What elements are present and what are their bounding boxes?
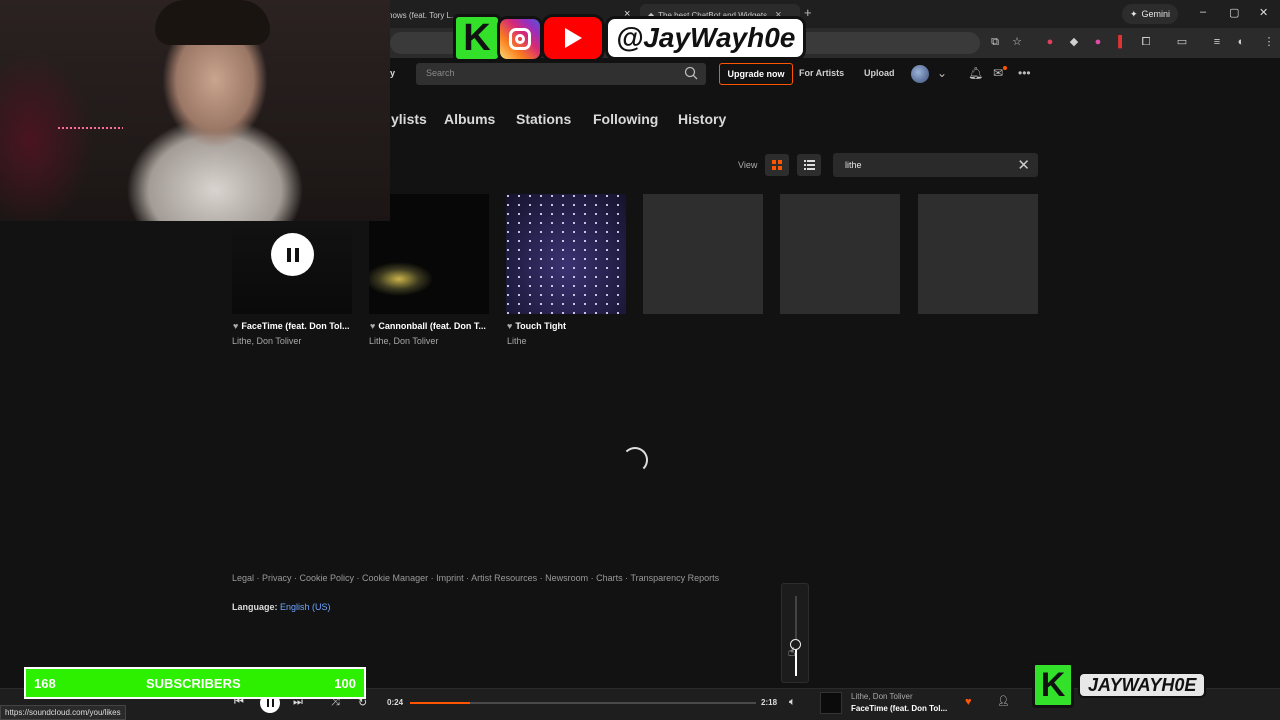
tab-albums[interactable]: Albums [444, 111, 495, 127]
empty-tile [643, 194, 763, 314]
track-artwork[interactable] [506, 194, 626, 314]
search-input[interactable]: Search [416, 63, 706, 85]
track-title[interactable]: ♥ Cannonball (feat. Don T... [370, 321, 486, 331]
track-title[interactable]: ♥ Touch Tight [507, 321, 566, 331]
volume-icon[interactable]: 🔈︎ [789, 696, 796, 709]
kick-logo-icon: K [1032, 662, 1074, 708]
search-placeholder: Search [426, 68, 455, 78]
mouse-cursor-icon: ☝ [788, 645, 796, 659]
avatar[interactable] [911, 65, 929, 83]
follow-user-icon[interactable]: 👤︎ [997, 696, 1010, 707]
now-playing-artwork[interactable] [820, 692, 842, 714]
tab-title: nows (feat. Tory L... [388, 10, 458, 20]
duration: 2:18 [761, 698, 778, 707]
heart-icon[interactable]: ♥ [507, 321, 512, 331]
social-handle: @JayWayh0e [605, 16, 807, 60]
track-artist[interactable]: Lithe [507, 336, 527, 346]
subscriber-label: SUBSCRIBERS [146, 676, 241, 691]
grid-icon [772, 160, 782, 170]
loading-spinner-icon [622, 447, 648, 473]
minimize-button[interactable]: – [1200, 6, 1206, 18]
now-playing-title[interactable]: FaceTime (feat. Don Tol... [851, 704, 947, 713]
more-icon[interactable]: ••• [1018, 66, 1031, 80]
profile-icon[interactable]: ◐ [1234, 35, 1248, 49]
list-icon [803, 160, 815, 170]
list-view-button[interactable] [797, 154, 821, 176]
tab-playlists[interactable]: ylists [391, 111, 427, 127]
subscriber-count: 168 [34, 676, 56, 691]
browser-menu-icon[interactable]: ⋮ [1262, 35, 1276, 49]
upload-link[interactable]: Upload [864, 68, 895, 78]
filter-value: lithe [845, 160, 862, 170]
notification-dot [1003, 66, 1007, 70]
extension-icon[interactable]: ◆ [1067, 35, 1081, 49]
progress-bar[interactable] [410, 702, 756, 704]
gemini-button[interactable]: ✦ Gemini [1122, 4, 1179, 24]
extension-icon[interactable]: ▌ [1115, 35, 1129, 49]
footer-links[interactable]: Legal · Privacy · Cookie Policy · Cookie… [232, 573, 719, 583]
extensions-puzzle-icon[interactable]: ⧠ [1139, 35, 1153, 49]
bell-icon[interactable]: 🔔︎ [968, 66, 983, 80]
side-panel-icon[interactable]: ▭ [1175, 35, 1189, 49]
instagram-logo-icon [497, 16, 543, 62]
led-strip [58, 127, 123, 129]
language-value[interactable]: English (US) [280, 602, 331, 612]
tab-stations[interactable]: Stations [516, 111, 571, 127]
kick-logo-icon: K [453, 14, 501, 62]
track-title[interactable]: ♥ FaceTime (feat. Don Tol... [233, 321, 350, 331]
upgrade-button[interactable]: Upgrade now [719, 63, 793, 85]
track-artist[interactable]: Lithe, Don Toliver [232, 336, 301, 346]
heart-icon[interactable]: ♥ [233, 321, 238, 331]
volume-slider[interactable] [781, 583, 809, 683]
social-banner: K @JayWayh0e [453, 12, 831, 64]
mail-icon[interactable]: ✉ [993, 66, 1003, 80]
channel-logo: K JAYWAYH0E [1032, 662, 1242, 708]
subscriber-goal-bar: 168 SUBSCRIBERS 100 [24, 667, 366, 699]
clear-filter-icon[interactable]: ✕ [1017, 156, 1030, 174]
search-icon[interactable] [684, 66, 698, 85]
gemini-label: Gemini [1141, 9, 1171, 19]
channel-logo-text: JAYWAYH0E [1078, 672, 1207, 698]
grid-view-button[interactable] [765, 154, 789, 176]
extension-icon[interactable]: ● [1091, 35, 1105, 49]
empty-tile [780, 194, 900, 314]
elapsed-time: 0:24 [387, 698, 404, 707]
now-playing-artist[interactable]: Lithe, Don Toliver [851, 692, 913, 701]
language-label: Language: [232, 602, 278, 612]
extension-icon[interactable]: ● [1043, 35, 1057, 49]
tab-history[interactable]: History [678, 111, 726, 127]
tab-following[interactable]: Following [593, 111, 658, 127]
view-label: View [738, 160, 758, 170]
sparkle-icon: ✦ [1130, 8, 1138, 19]
pause-button[interactable] [271, 233, 314, 276]
filter-input[interactable]: lithe ✕ [833, 153, 1038, 177]
webcam-overlay [0, 0, 390, 221]
bookmark-star-icon[interactable]: ☆ [1010, 35, 1024, 49]
status-url: https://soundcloud.com/you/likes [0, 705, 126, 720]
webcam-hair [155, 0, 270, 45]
install-app-icon[interactable]: ⧉ [988, 35, 1002, 49]
nav-fragment[interactable]: y [390, 68, 395, 78]
progress-fill [410, 702, 471, 704]
screen: nows (feat. Tory L... × ◆ The best ChatB… [0, 0, 1280, 720]
like-heart-icon[interactable]: ♥ [965, 696, 972, 708]
empty-tile [918, 194, 1038, 314]
heart-icon[interactable]: ♥ [370, 321, 375, 331]
reading-list-icon[interactable]: ≡ [1210, 35, 1224, 49]
track-artist[interactable]: Lithe, Don Toliver [369, 336, 438, 346]
chevron-down-icon[interactable]: ⌄ [937, 66, 947, 80]
subscriber-goal: 100 [334, 676, 356, 691]
maximize-button[interactable]: ▢ [1229, 6, 1239, 19]
close-window-button[interactable]: ✕ [1259, 6, 1268, 19]
language-selector[interactable]: Language: English (US) [232, 602, 331, 612]
youtube-logo-icon [541, 14, 605, 62]
for-artists-link[interactable]: For Artists [799, 68, 844, 78]
